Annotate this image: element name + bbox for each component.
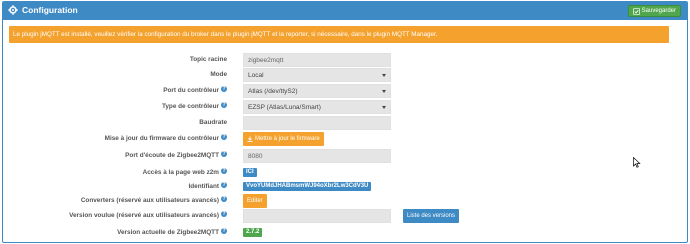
update-firmware-button[interactable]: Mettre à jour le firmware	[243, 132, 324, 146]
port-controleur-select[interactable]: Atlas (/dev/ttyS2)	[243, 84, 391, 98]
check-icon	[632, 7, 640, 15]
download-icon	[247, 136, 253, 142]
help-icon[interactable]: ?	[221, 210, 227, 217]
panel-header: Configuration Sauvegarder	[3, 2, 687, 20]
help-icon[interactable]: ?	[221, 85, 227, 92]
help-icon[interactable]: ?	[221, 150, 227, 157]
mouse-cursor-icon	[633, 157, 641, 168]
baudrate-label: Baudrate	[199, 119, 227, 126]
chevron-down-icon	[382, 90, 386, 93]
port-ecoute-label: Port d'écoute de Zigbee2MQTT ?	[125, 150, 227, 159]
version-badge: 2.7.2	[243, 228, 263, 237]
panel-title-text: Configuration	[22, 5, 78, 15]
topic-racine-label: Topic racine	[189, 56, 227, 63]
converters-label: Converters (réservé aux utilisateurs ava…	[80, 195, 227, 204]
help-icon[interactable]: ?	[221, 195, 227, 202]
row-topic-racine: Topic racine zigbee2mqtt	[3, 53, 687, 67]
row-identifiant: Identifiant ? VvoYUMdJHABmsmWJ94oXbr2Lw3…	[3, 180, 687, 194]
identifiant-badge: VvoYUMdJHABmsmWJ94oXbr2Lw3CdV3U	[243, 182, 372, 191]
port-controleur-label: Port du contrôleur ?	[163, 85, 227, 94]
configuration-panel: Configuration Sauvegarder Le plugin jMQT…	[2, 1, 688, 243]
row-mode: Mode Local	[3, 68, 687, 82]
row-port-controleur: Port du contrôleur ? Atlas (/dev/ttyS2)	[3, 84, 687, 98]
version-actuelle-label: Version actuelle de Zigbee2MQTT ?	[117, 227, 227, 236]
help-icon[interactable]: ?	[221, 167, 227, 174]
row-port-ecoute: Port d'écoute de Zigbee2MQTT ? 8080	[3, 149, 687, 163]
z2m-link[interactable]: ICI	[243, 168, 257, 177]
gear-icon	[8, 5, 18, 15]
row-baudrate: Baudrate	[3, 116, 687, 130]
acces-page-label: Accès à la page web z2m ?	[142, 167, 227, 176]
version-voulue-input[interactable]	[243, 209, 391, 223]
type-controleur-label: Type de contrôleur ?	[161, 101, 227, 110]
row-version-actuelle: Version actuelle de Zigbee2MQTT ? 2.7.2	[3, 226, 687, 240]
mode-select[interactable]: Local	[243, 68, 391, 82]
chevron-down-icon	[382, 74, 386, 77]
row-version-voulue: Version voulue (réservé aux utilisateurs…	[3, 209, 687, 223]
help-icon[interactable]: ?	[221, 101, 227, 108]
row-firmware: Mise à jour du firmware du contrôleur ? …	[3, 132, 687, 146]
help-icon[interactable]: ?	[221, 181, 227, 188]
jmqtt-alert: Le plugin jMQTT est installé, veuillez v…	[9, 26, 669, 43]
row-type-controleur: Type de contrôleur ? EZSP (Atlas/Luna/Sm…	[3, 100, 687, 114]
version-voulue-label: Version voulue (réservé aux utilisateurs…	[69, 210, 227, 219]
chevron-down-icon	[382, 106, 386, 109]
baudrate-input[interactable]	[243, 116, 391, 130]
port-ecoute-input[interactable]: 8080	[243, 149, 391, 163]
help-icon[interactable]: ?	[221, 133, 227, 140]
identifiant-label: Identifiant ?	[188, 181, 227, 190]
version-list-button[interactable]: Liste des versions	[403, 209, 460, 223]
topic-racine-input[interactable]: zigbee2mqtt	[243, 53, 391, 67]
save-button[interactable]: Sauvegarder	[627, 5, 681, 17]
row-converters: Converters (réservé aux utilisateurs ava…	[3, 194, 687, 208]
panel-title: Configuration	[8, 5, 78, 15]
type-controleur-select[interactable]: EZSP (Atlas/Luna/Smart)	[243, 100, 391, 114]
help-icon[interactable]: ?	[221, 227, 227, 234]
edit-converters-button[interactable]: Editer	[243, 194, 267, 208]
mode-label: Mode	[210, 71, 227, 78]
save-button-label: Sauvegarder	[641, 8, 676, 14]
row-acces-page: Accès à la page web z2m ? ICI	[3, 166, 687, 180]
firmware-label: Mise à jour du firmware du contrôleur ?	[104, 133, 227, 142]
